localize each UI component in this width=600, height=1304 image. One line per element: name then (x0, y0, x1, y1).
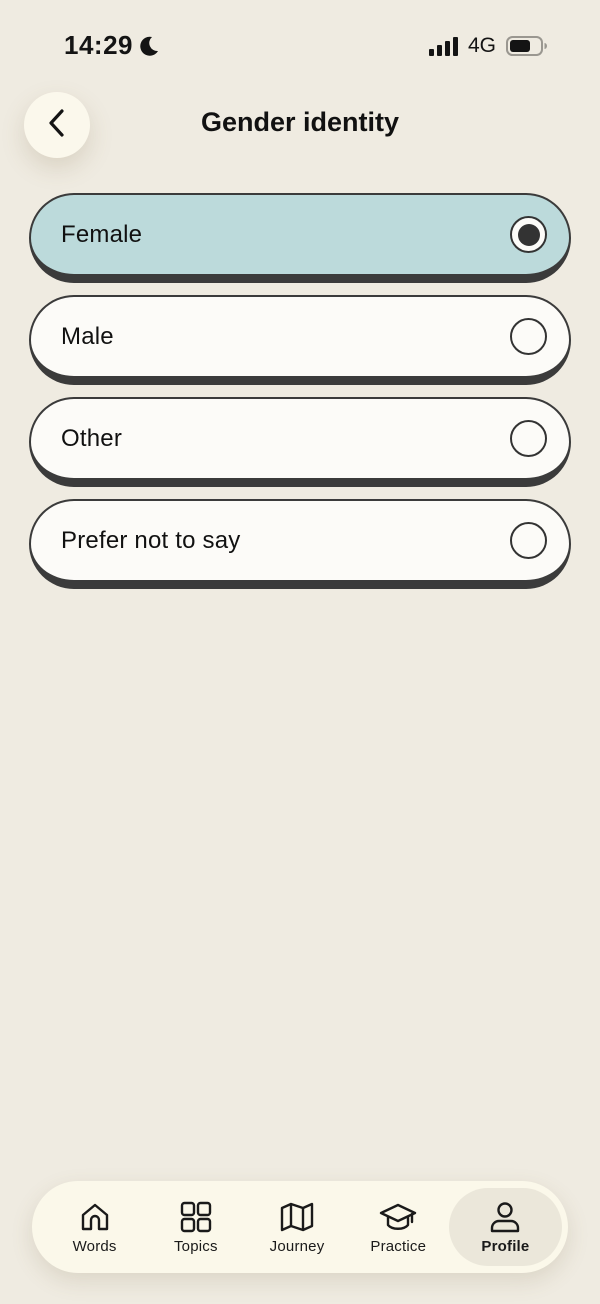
radio-unselected[interactable] (510, 318, 547, 355)
graduation-cap-icon (379, 1200, 417, 1234)
status-time-text: 14:29 (64, 30, 133, 60)
tab-journey[interactable]: Journey (246, 1188, 347, 1266)
bottom-tab-bar: Words Topics Journey Practice Profile (32, 1181, 568, 1273)
option-other[interactable]: Other (29, 397, 571, 487)
radio-dot (517, 223, 540, 246)
radio-unselected[interactable] (510, 522, 547, 559)
status-time: 14:29 (64, 30, 159, 61)
status-bar: 14:29 4G (0, 0, 600, 96)
tab-label: Words (72, 1237, 117, 1255)
tab-label: Journey (269, 1237, 325, 1255)
grid-icon (179, 1200, 213, 1234)
signal-icon (428, 36, 458, 56)
option-label: Other (61, 424, 123, 452)
moon-icon (139, 35, 159, 57)
status-indicators: 4G (428, 34, 548, 58)
option-label: Prefer not to say (61, 526, 241, 554)
option-prefer-not-to-say[interactable]: Prefer not to say (29, 499, 571, 589)
page-title: Gender identity (200, 107, 400, 137)
option-label: Female (61, 220, 143, 248)
tab-practice[interactable]: Practice (348, 1188, 449, 1266)
option-female[interactable]: Female (29, 193, 571, 283)
tab-topics[interactable]: Topics (145, 1188, 246, 1266)
user-icon (488, 1200, 522, 1234)
tab-words[interactable]: Words (44, 1188, 145, 1266)
radio-unselected[interactable] (510, 420, 547, 457)
tab-label: Topics (173, 1237, 218, 1255)
map-icon (279, 1200, 315, 1234)
option-male[interactable]: Male (29, 295, 571, 385)
battery-icon (506, 35, 548, 57)
network-label: 4G (467, 34, 496, 57)
home-icon (78, 1200, 112, 1234)
tab-profile[interactable]: Profile (448, 1188, 562, 1266)
tab-label: Profile (481, 1237, 530, 1255)
option-label: Male (61, 322, 114, 350)
tab-label: Practice (370, 1237, 427, 1255)
gender-options-list: Female Male Other Prefer not to say (29, 193, 571, 601)
radio-selected[interactable] (510, 216, 547, 253)
